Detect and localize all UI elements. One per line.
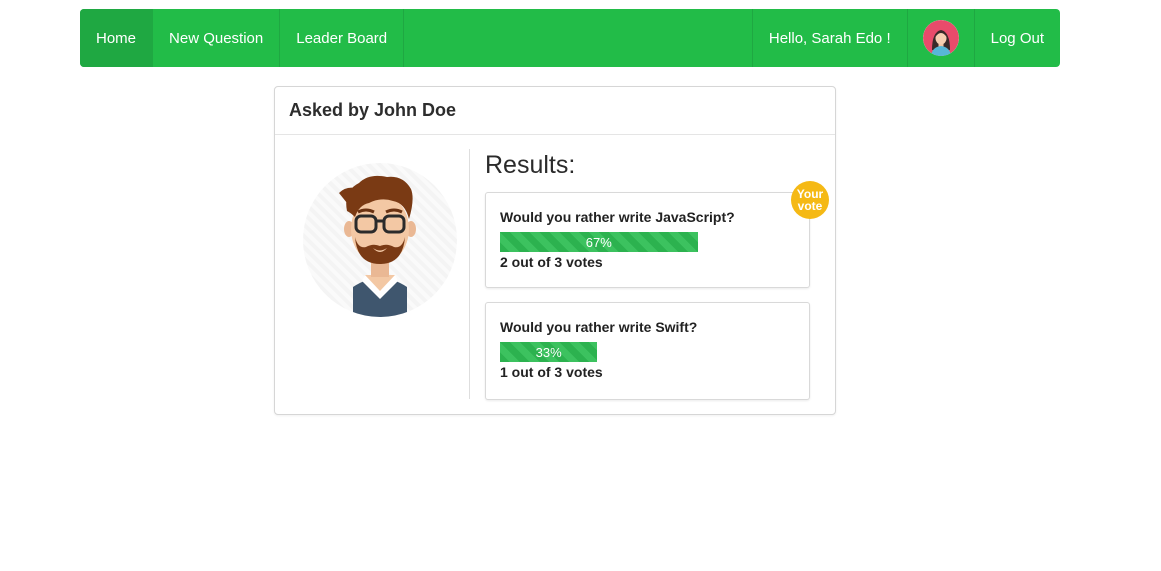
user-avatar-container bbox=[906, 9, 974, 67]
option-question-text: Would you rather write Swift? bbox=[500, 319, 698, 335]
nav-leader-board-link[interactable]: Leader Board bbox=[280, 9, 405, 67]
logout-link[interactable]: Log Out bbox=[973, 9, 1060, 67]
user-greeting: Hello, Sarah Edo ! bbox=[751, 9, 907, 67]
author-avatar-man-icon bbox=[303, 163, 457, 317]
option-result-card: Would you rather write Swift? 33% 1 out … bbox=[485, 302, 810, 400]
top-navbar: Home New Question Leader Board Hello, Sa… bbox=[80, 9, 1060, 67]
progress-bar-fill: 33% bbox=[500, 342, 598, 362]
asked-by-header: Asked by John Doe bbox=[275, 87, 835, 135]
votes-count-text: 2 out of 3 votes bbox=[500, 254, 603, 270]
nav-home-link[interactable]: Home bbox=[80, 9, 154, 67]
results-title: Results: bbox=[485, 151, 576, 179]
option-result-card: Would you rather write JavaScript? 67% 2… bbox=[485, 181, 829, 288]
nav-right-group: Hello, Sarah Edo ! Log Out bbox=[751, 9, 1060, 67]
votes-count-text: 1 out of 3 votes bbox=[500, 364, 603, 380]
nav-left-group: Home New Question Leader Board bbox=[80, 9, 405, 67]
progress-bar-fill: 67% bbox=[500, 232, 698, 252]
user-avatar-woman-icon bbox=[922, 20, 959, 56]
nav-new-question-link[interactable]: New Question bbox=[153, 9, 281, 67]
card-body: Results: Would you rather write JavaScri… bbox=[275, 135, 835, 415]
progress-bar: 67% bbox=[500, 232, 795, 252]
option-question-text: Would you rather write JavaScript? bbox=[500, 209, 735, 225]
question-result-card: Asked by John Doe Results: Would you rat… bbox=[274, 86, 836, 415]
vertical-divider bbox=[469, 149, 470, 399]
your-vote-badge: Your vote bbox=[791, 181, 829, 219]
progress-bar: 33% bbox=[500, 342, 795, 362]
